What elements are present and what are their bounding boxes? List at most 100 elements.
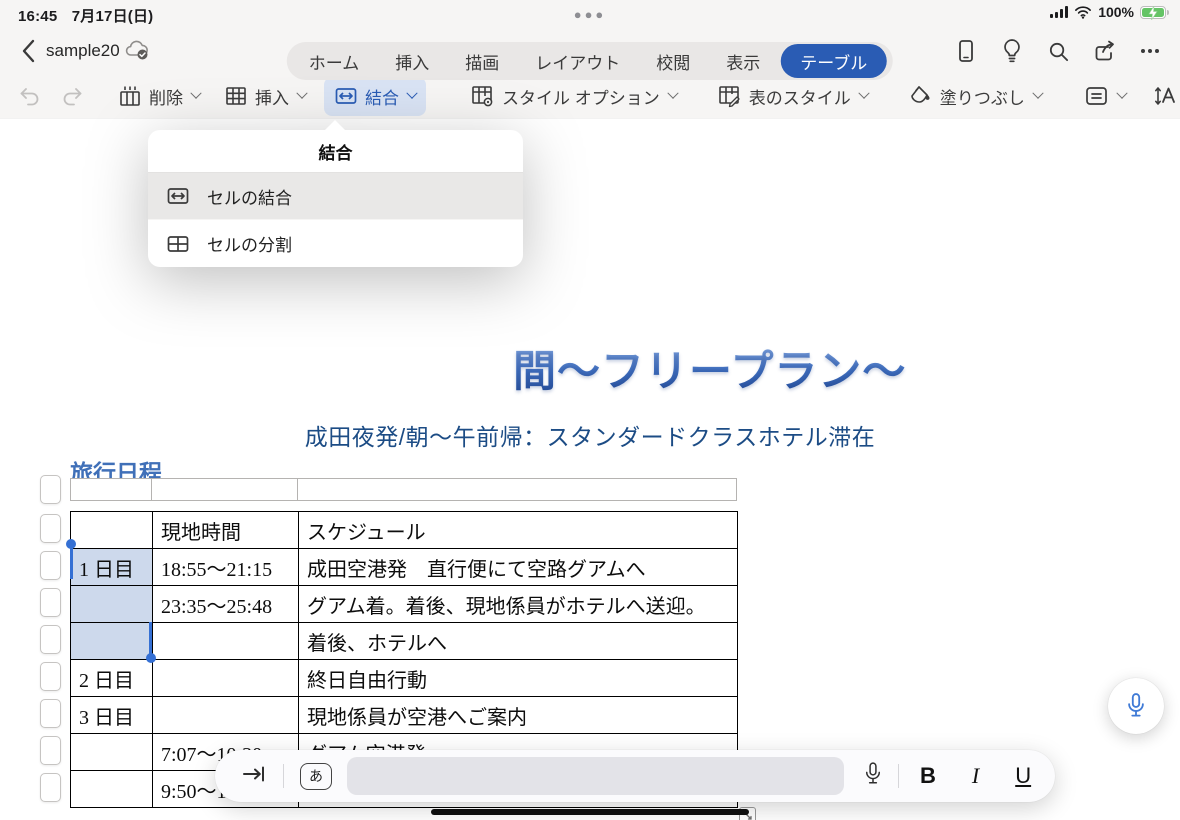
column-grip[interactable] xyxy=(298,478,737,501)
text-direction-button[interactable] xyxy=(1152,83,1180,109)
kana-input-button[interactable]: あ xyxy=(300,762,332,790)
search-button[interactable] xyxy=(1040,36,1076,66)
table-cell-selected[interactable] xyxy=(70,622,153,660)
shading-button[interactable]: 塗りつぶし xyxy=(908,84,1044,109)
tab-layout[interactable]: レイアウト xyxy=(517,42,638,80)
share-button[interactable] xyxy=(1086,36,1122,66)
tab-review[interactable]: 校閲 xyxy=(638,42,708,80)
table-cell[interactable] xyxy=(70,770,153,808)
style-options-icon xyxy=(472,85,493,106)
tab-home[interactable]: ホーム xyxy=(291,42,378,80)
document-wordart-title[interactable]: 間〜フリープラン〜 xyxy=(513,337,906,399)
delete-label: 削除 xyxy=(149,88,183,108)
row-grip[interactable] xyxy=(40,773,61,802)
more-button[interactable] xyxy=(1132,36,1168,66)
table-cell[interactable] xyxy=(152,696,299,734)
table-column-grips[interactable] xyxy=(70,478,737,501)
selection-handle-top-line[interactable] xyxy=(69,548,73,579)
merge-cells-icon xyxy=(335,88,357,104)
ribbon-tabs: ホーム 挿入 描画 レイアウト 校閲 表示 テーブル xyxy=(286,42,894,80)
tab-insert[interactable]: 挿入 xyxy=(377,42,447,80)
tab-draw[interactable]: 描画 xyxy=(447,42,517,80)
menu-item-split-cells[interactable]: セルの分割 xyxy=(148,220,523,267)
column-grip[interactable] xyxy=(152,478,298,501)
merge-cells-icon xyxy=(167,188,189,204)
table-cell[interactable]: 着後、ホテルへ xyxy=(298,622,738,660)
redo-button[interactable] xyxy=(60,85,84,107)
prediction-bar[interactable] xyxy=(347,757,844,795)
insert-menu-button[interactable]: 挿入 xyxy=(224,84,308,109)
cell-alignment-button[interactable] xyxy=(1084,84,1128,108)
tell-me-button[interactable] xyxy=(994,36,1030,66)
row-grip[interactable] xyxy=(40,588,61,617)
popover-title: 結合 xyxy=(148,130,523,173)
table-cell[interactable]: 23:35〜25:48 xyxy=(152,585,299,623)
selection-handle-bottom[interactable] xyxy=(146,653,156,663)
dictation-button-inline[interactable] xyxy=(863,760,883,793)
chevron-down-icon xyxy=(296,87,308,99)
table-cell[interactable] xyxy=(70,733,153,771)
split-cells-icon xyxy=(167,235,189,252)
multitask-handle-icon[interactable]: ●●● xyxy=(574,7,607,22)
table-cell-selected[interactable] xyxy=(70,585,153,623)
table-cell[interactable]: 成田空港発 直行便にて空路グアムへ xyxy=(298,548,738,586)
table-cell[interactable]: 3 日目 xyxy=(70,696,153,734)
tab-key-icon xyxy=(243,766,264,781)
table-cell[interactable]: 終日自由行動 xyxy=(298,659,738,697)
table-row: 3 日目 現地係員が空港へご案内 xyxy=(70,696,738,734)
row-grip[interactable] xyxy=(40,551,61,580)
table-row: 2 日目 終日自由行動 xyxy=(70,659,738,697)
dictation-floating-button[interactable] xyxy=(1108,678,1164,734)
table-ribbon-toolbar: 削除 挿入 結合 スタイル オプション 表のスタイル 塗りつぶし xyxy=(0,74,1180,118)
tab-key-button[interactable] xyxy=(241,763,267,790)
table-cell[interactable] xyxy=(152,659,299,697)
underline-button[interactable]: U xyxy=(1015,763,1031,789)
italic-button[interactable]: I xyxy=(972,763,979,789)
row-grip[interactable] xyxy=(40,475,61,504)
row-grip[interactable] xyxy=(40,625,61,654)
keyboard-accessory-bar: あ B I U xyxy=(215,750,1055,802)
row-grip[interactable] xyxy=(40,514,61,543)
delete-menu-button[interactable]: 削除 xyxy=(118,84,202,109)
chevron-down-icon xyxy=(667,87,679,99)
menu-item-merge-cells[interactable]: セルの結合 xyxy=(148,173,523,220)
shading-label: 塗りつぶし xyxy=(939,88,1025,108)
cell-alignment-icon xyxy=(1086,87,1107,105)
undo-button[interactable] xyxy=(18,85,42,107)
popover-arrow xyxy=(324,120,346,131)
table-cell[interactable]: 現地係員が空港へご案内 xyxy=(298,696,738,734)
table-cell[interactable]: 現地時間 xyxy=(152,511,299,549)
document-subtitle[interactable]: 成田夜発/朝〜午前帰：スタンダードクラスホテル滞在 xyxy=(0,418,1180,452)
document-title[interactable]: sample20 xyxy=(46,41,120,61)
table-row: 現地時間 スケジュール xyxy=(70,511,738,549)
table-cell[interactable]: グアム着。着後、現地係員がホテルへ送迎。 xyxy=(298,585,738,623)
table-cell[interactable] xyxy=(152,622,299,660)
menu-item-label: セルの結合 xyxy=(207,188,292,208)
column-grip[interactable] xyxy=(70,478,152,501)
table-style-button[interactable]: 表のスタイル xyxy=(717,84,870,109)
table-cell-selected[interactable]: 1 日目 xyxy=(70,548,153,586)
wifi-icon xyxy=(1075,6,1092,19)
tab-view[interactable]: 表示 xyxy=(708,42,778,80)
merge-popover: 結合 セルの結合 セルの分割 xyxy=(148,120,523,267)
table-cell[interactable]: スケジュール xyxy=(298,511,738,549)
back-button[interactable] xyxy=(14,37,42,65)
merge-menu-button[interactable]: 結合 xyxy=(324,76,426,116)
mobile-view-button[interactable] xyxy=(948,36,984,66)
row-grip[interactable] xyxy=(40,736,61,765)
chevron-down-icon xyxy=(190,87,202,99)
selection-handle-bottom-line[interactable] xyxy=(148,622,152,655)
table-cell[interactable]: 2 日目 xyxy=(70,659,153,697)
row-grip[interactable] xyxy=(40,699,61,728)
home-indicator[interactable] xyxy=(431,809,749,815)
style-options-button[interactable]: スタイル オプション xyxy=(470,84,679,109)
row-grip[interactable] xyxy=(40,662,61,691)
tab-table[interactable]: テーブル xyxy=(780,44,888,78)
bold-button[interactable]: B xyxy=(920,763,936,789)
text-direction-icon xyxy=(1154,87,1175,105)
table-cell[interactable] xyxy=(70,511,153,549)
divider xyxy=(283,764,284,788)
chevron-down-icon xyxy=(858,87,870,99)
table-cell[interactable]: 18:55〜21:15 xyxy=(152,548,299,586)
divider xyxy=(898,764,899,788)
